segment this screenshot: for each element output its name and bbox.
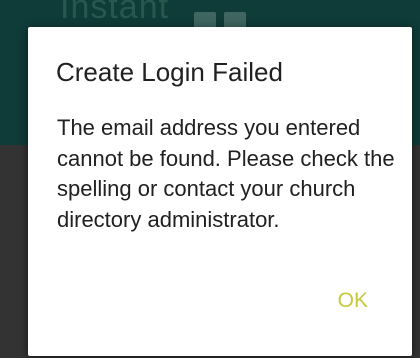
dialog-message: The email address you entered cannot be … <box>57 115 395 232</box>
app-title: Instant <box>60 0 170 26</box>
error-dialog: Create Login Failed The email address yo… <box>28 27 412 356</box>
dialog-actions: OK <box>338 289 368 313</box>
dialog-title: Create Login Failed <box>56 57 283 87</box>
ok-button[interactable]: OK <box>338 289 368 313</box>
